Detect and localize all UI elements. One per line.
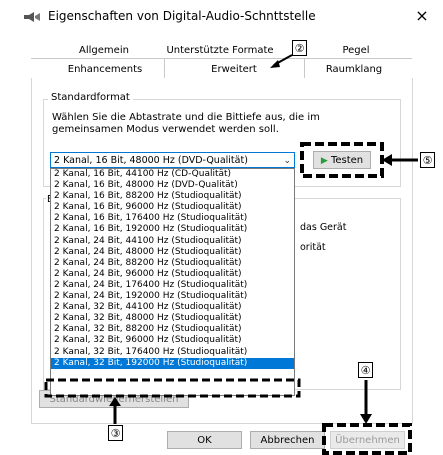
apply-button-highlight [322,423,412,455]
callout-4: ④ [358,362,373,378]
callout-3-arrowhead [109,397,121,406]
properties-dialog: Eigenschaften von Digital-Audio-Schnttst… [0,0,443,455]
callout-2: ② [292,40,307,56]
annotation-overlay [44,54,418,455]
callout-3: ③ [108,425,123,441]
callout-4-arrowhead [360,414,372,424]
callout-2-arrowhead [270,60,280,68]
selected-option-highlight [44,378,301,398]
callout-5: ⑤ [420,152,435,168]
test-button-highlight [300,142,384,178]
